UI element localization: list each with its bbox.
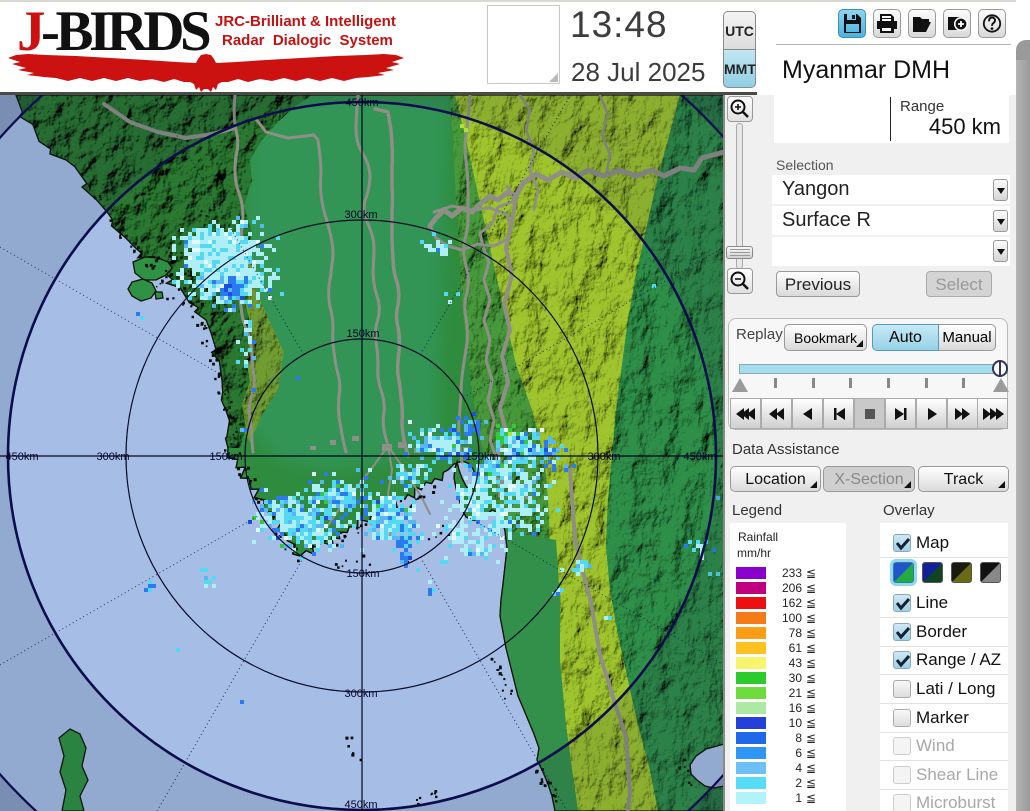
svg-text:150km: 150km (346, 568, 379, 580)
svg-text:300km: 300km (344, 688, 377, 700)
svg-text:300km: 300km (96, 451, 129, 463)
svg-text:450km: 450km (683, 451, 716, 463)
svg-text:150km: 150km (209, 451, 242, 463)
svg-text:450km: 450km (345, 97, 378, 109)
svg-text:450km: 450km (344, 799, 377, 811)
svg-text:450km: 450km (5, 451, 38, 463)
svg-text:150km: 150km (465, 451, 498, 463)
svg-text:150km: 150km (346, 328, 379, 340)
svg-text:300km: 300km (344, 209, 377, 221)
svg-text:300km: 300km (587, 451, 620, 463)
